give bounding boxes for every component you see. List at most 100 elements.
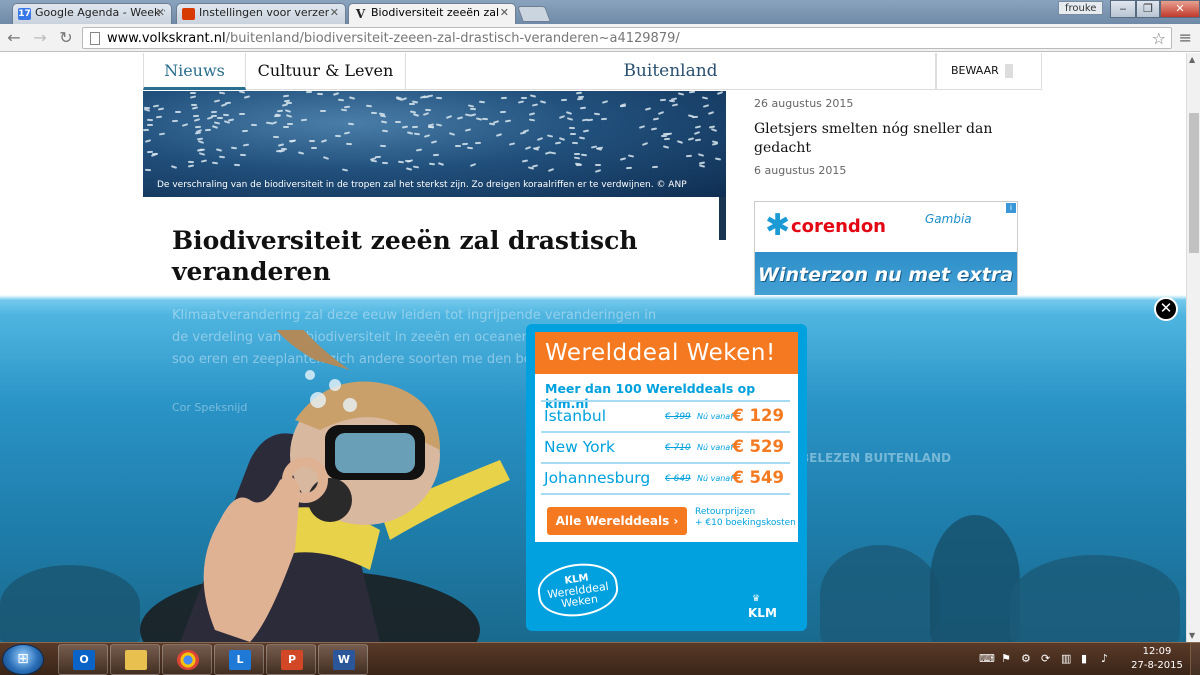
close-icon[interactable]: ✕ — [330, 6, 339, 19]
fish — [222, 113, 230, 117]
taskbar-word[interactable]: W — [318, 644, 368, 675]
page-scrollbar[interactable]: ▲ ▼ — [1186, 53, 1200, 642]
fish — [174, 110, 182, 114]
fish — [529, 94, 537, 98]
volume-icon[interactable]: ♪ — [1101, 652, 1108, 665]
klm-promo-box[interactable]: Werelddeal Weken! Meer dan 100 Werelddea… — [526, 324, 807, 631]
page-icon — [90, 32, 100, 45]
tab-volkskrant[interactable]: V Biodiversiteit zeeën zal dr ✕ — [348, 3, 516, 24]
system-clock[interactable]: 12:09 27-8-2015 — [1127, 645, 1187, 673]
profile-button[interactable]: frouke — [1058, 1, 1104, 15]
fish — [374, 155, 382, 159]
scroll-up-icon[interactable]: ▲ — [1189, 55, 1195, 64]
fish — [652, 117, 660, 121]
show-desktop-button[interactable] — [1190, 643, 1200, 675]
bookmark-icon — [1004, 64, 1013, 78]
fish — [406, 159, 414, 163]
keyboard-icon[interactable]: ⌨ — [979, 652, 995, 665]
deal-price: € 549 — [732, 468, 784, 487]
sync-icon[interactable]: ⟳ — [1041, 652, 1050, 665]
fish — [282, 94, 290, 98]
fish — [424, 108, 432, 112]
fish — [210, 110, 218, 114]
section-title[interactable]: Buitenland — [406, 53, 936, 90]
fish — [158, 132, 166, 136]
flag-icon[interactable]: ⚑ — [1001, 652, 1011, 665]
taskbar-explorer[interactable] — [110, 644, 160, 675]
reload-icon[interactable]: ↻ — [56, 28, 76, 48]
fish — [466, 146, 474, 150]
back-arrow-icon[interactable]: ← — [4, 28, 24, 48]
fish — [435, 123, 443, 127]
maximize-button[interactable]: ❐ — [1136, 0, 1160, 18]
fish — [573, 156, 581, 160]
new-tab-button[interactable] — [517, 6, 551, 22]
close-icon[interactable]: ✕ — [500, 6, 509, 19]
deal-row[interactable]: Johannesburg € 649 Nú vanaf € 549 — [541, 462, 790, 492]
fish — [337, 98, 345, 102]
bookmark-star-icon[interactable]: ☆ — [1152, 29, 1166, 48]
fish — [662, 145, 670, 149]
fish — [469, 107, 477, 111]
fish — [284, 109, 292, 113]
fish — [218, 155, 226, 159]
close-icon[interactable]: ✕ — [156, 6, 165, 19]
fish — [277, 143, 285, 147]
nav-cultuur-leven[interactable]: Cultuur & Leven — [246, 53, 406, 90]
minimize-button[interactable]: ‒ — [1110, 0, 1136, 18]
coral — [820, 545, 940, 642]
all-deals-button[interactable]: Alle Werelddeals › — [547, 507, 687, 535]
fish — [688, 91, 696, 94]
deal-row[interactable]: New York € 710 Nú vanaf € 529 — [541, 431, 790, 461]
fish — [283, 126, 289, 128]
fish — [406, 131, 414, 135]
tab-google-agenda[interactable]: 17 Google Agenda - Week v ✕ — [12, 3, 172, 24]
fish — [566, 117, 574, 121]
fish — [694, 138, 702, 142]
url-text[interactable]: www.volkskrant.nl/buitenland/biodiversit… — [107, 31, 680, 46]
start-button[interactable]: ⊞ — [2, 644, 44, 675]
fish — [650, 127, 658, 131]
fish — [340, 108, 348, 112]
ad-choices-icon[interactable]: i — [1006, 203, 1016, 213]
window-close-button[interactable]: ✕ — [1160, 0, 1200, 18]
article-title: Biodiversiteit zeeën zal drastisch veran… — [172, 226, 638, 286]
clock-date: 27-8-2015 — [1131, 660, 1183, 671]
scroll-down-icon[interactable]: ▼ — [1189, 631, 1195, 640]
forward-arrow-icon[interactable]: → — [30, 28, 50, 48]
menu-icon[interactable]: ≡ — [1179, 28, 1192, 47]
signal-icon[interactable]: ▮ — [1081, 652, 1087, 665]
fish — [305, 91, 313, 94]
fish — [422, 112, 430, 116]
save-button[interactable]: BEWAAR — [936, 53, 1042, 90]
fish — [192, 114, 200, 118]
nav-nieuws[interactable]: Nieuws — [143, 53, 246, 90]
close-ad-button[interactable]: ✕ — [1154, 297, 1178, 321]
taskbar-powerpoint[interactable]: P — [266, 644, 316, 675]
fish — [492, 120, 500, 124]
url-host: www.volkskrant.nl — [107, 31, 226, 46]
taskbar-outlook[interactable]: O — [58, 644, 108, 675]
taskbar-lync[interactable]: L — [214, 644, 264, 675]
deal-old-price: € 710 — [665, 443, 691, 453]
fish — [499, 110, 507, 114]
fish — [197, 140, 205, 144]
address-bar[interactable]: www.volkskrant.nl/buitenland/biodiversit… — [82, 27, 1172, 49]
fish — [320, 139, 328, 143]
scuba-diver-image — [140, 330, 510, 642]
fish — [469, 113, 477, 117]
related-article-link[interactable]: Gletsjers smelten nóg sneller dan gedach… — [754, 120, 1004, 158]
taskbar-chrome[interactable] — [162, 644, 212, 675]
fish — [547, 168, 555, 172]
tab-instellingen[interactable]: Instellingen voor verzend ✕ — [176, 3, 346, 24]
settings-icon[interactable]: ⚙ — [1021, 652, 1031, 665]
fish — [210, 114, 218, 118]
fish — [412, 165, 420, 169]
fish — [568, 126, 576, 130]
fish — [343, 131, 351, 135]
network-icon[interactable]: ▥ — [1061, 652, 1071, 665]
deal-row[interactable]: Istanbul € 399 Nú vanaf € 129 — [541, 400, 790, 430]
fish — [243, 95, 251, 99]
deal-from-label: Nú vanaf — [697, 443, 734, 452]
scrollbar-thumb[interactable] — [1189, 113, 1199, 253]
